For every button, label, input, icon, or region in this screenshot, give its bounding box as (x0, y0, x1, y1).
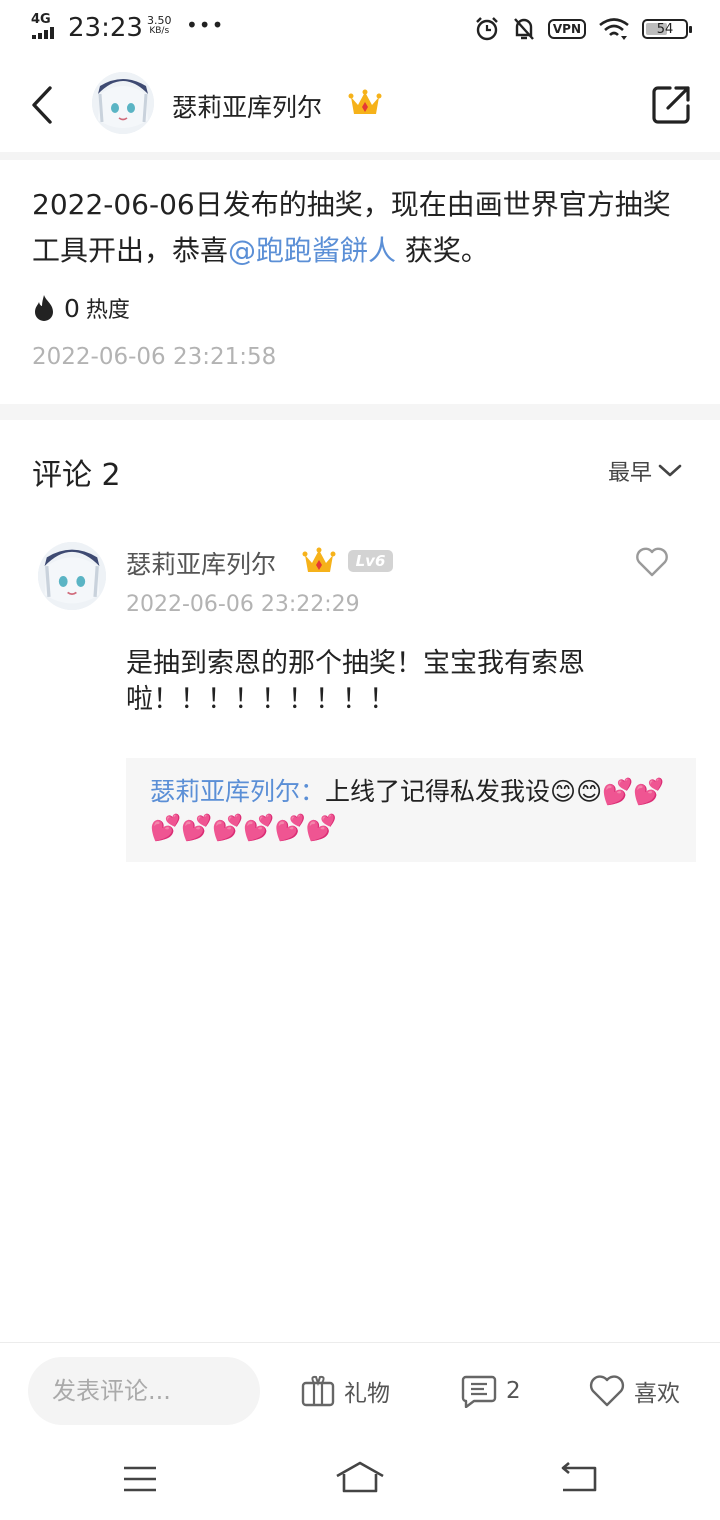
mention-link[interactable]: @跑跑酱餅人 (228, 234, 396, 267)
reply-author[interactable]: 瑟莉亚库列尔： (150, 777, 325, 806)
chevron-down-icon (658, 464, 682, 477)
alarm-icon (476, 17, 498, 41)
gift-button[interactable]: 礼物 (300, 1373, 390, 1409)
author-avatar[interactable] (92, 72, 154, 134)
back-nav-icon[interactable] (560, 1462, 598, 1494)
heat-label: 热度 (85, 298, 130, 323)
menu-icon[interactable] (122, 1464, 158, 1494)
sort-dropdown[interactable]: 最早 (608, 455, 682, 487)
speed-value: 3.50 (147, 14, 172, 27)
like-button[interactable]: 喜欢 (588, 1373, 680, 1409)
network-type: 4G (31, 12, 51, 27)
comment-timestamp: 2022-06-06 23:22:29 (126, 592, 360, 617)
comments-button[interactable]: 2 (460, 1373, 521, 1409)
section-divider (0, 404, 720, 420)
battery-icon: 54 (642, 19, 692, 39)
wifi-icon (599, 18, 629, 40)
status-bar: 4G 23:23 3.50 KB/s ••• VPN 54 (0, 0, 720, 58)
reply-preview[interactable]: 瑟莉亚库列尔：上线了记得私发我设😊😊💕💕💕💕💕💕💕💕 (126, 758, 696, 862)
battery-level: 54 (656, 21, 674, 37)
top-app-bar: 瑟莉亚库列尔 (0, 58, 720, 152)
comments-heading: 评论 2 (32, 458, 121, 493)
fire-icon (35, 295, 53, 321)
heat-indicator: 0 热度 (32, 290, 130, 326)
comment-text: 是抽到索恩的那个抽奖！宝宝我有索恩啦！！！！！！！！！ (126, 648, 585, 715)
commenter-name[interactable]: 瑟莉亚库列尔 (126, 545, 276, 581)
comment-input[interactable]: 发表评论... (28, 1357, 260, 1425)
crown-icon (348, 89, 382, 114)
more-notifications-icon: ••• (186, 13, 225, 37)
back-button[interactable] (22, 80, 62, 130)
share-button[interactable] (650, 82, 694, 126)
status-time: 23:23 (68, 13, 143, 43)
like-label: 喜欢 (634, 1381, 680, 1407)
heat-count: 0 (64, 293, 80, 323)
author-name[interactable]: 瑟莉亚库列尔 (172, 88, 322, 124)
comment-icon (461, 1375, 497, 1408)
post-timestamp: 2022-06-06 23:21:58 (32, 344, 277, 370)
sort-label: 最早 (608, 461, 653, 486)
speed-unit: KB/s (149, 26, 170, 36)
vpn-icon: VPN (547, 19, 586, 39)
commenter-avatar[interactable] (38, 542, 106, 610)
post-text-end: 获奖。 (396, 234, 489, 267)
signal-icon (32, 27, 60, 39)
comment-count: 2 (506, 1378, 521, 1404)
bottom-action-bar: 发表评论... 礼物 2 喜欢 (0, 1342, 720, 1438)
heart-icon (589, 1375, 625, 1407)
post-content: 2022-06-06日发布的抽奖，现在由画世界官方抽奖工具开出，恭喜@跑跑酱餅人… (32, 182, 692, 274)
level-badge: Lv6 (348, 550, 393, 572)
system-navigation-bar (0, 1438, 720, 1520)
network-speed: 3.50 KB/s (147, 15, 172, 37)
like-comment-button[interactable] (634, 544, 670, 580)
header-divider (0, 152, 720, 160)
gift-label: 礼物 (344, 1381, 390, 1407)
home-icon[interactable] (334, 1460, 386, 1494)
gift-icon (301, 1375, 335, 1407)
notifications-off-icon (513, 18, 534, 40)
crown-icon (302, 547, 336, 572)
